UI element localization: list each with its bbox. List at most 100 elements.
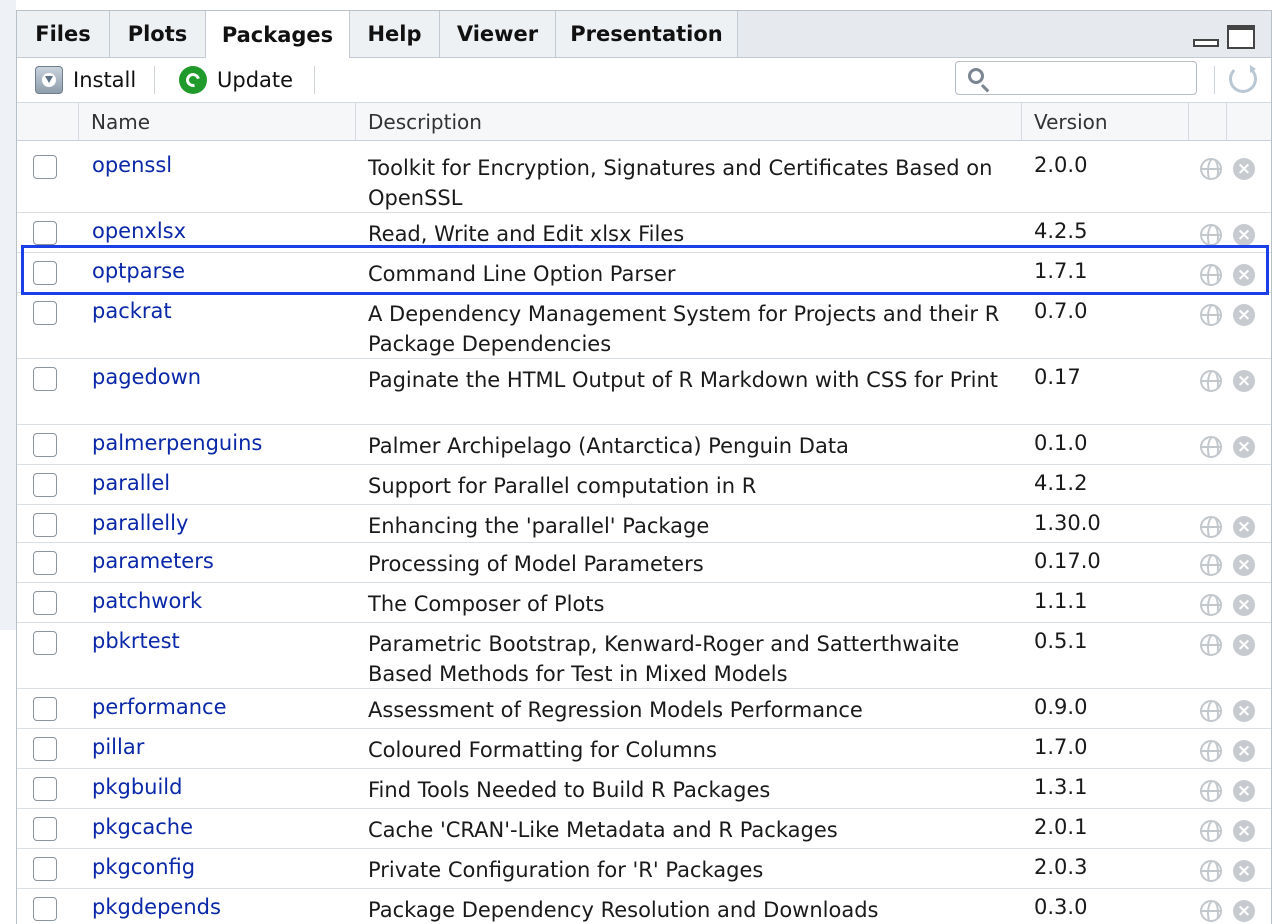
package-name-link[interactable]: pkgcache <box>92 815 193 839</box>
install-button[interactable]: Install <box>35 58 136 102</box>
package-checkbox[interactable] <box>33 513 57 537</box>
update-button[interactable]: Update <box>179 58 293 102</box>
package-name-link[interactable]: openxlsx <box>92 219 186 243</box>
package-description: Processing of Model Parameters <box>368 552 704 576</box>
browse-package-icon[interactable] <box>1200 158 1222 180</box>
remove-package-icon[interactable]: × <box>1233 554 1255 576</box>
package-checkbox[interactable] <box>33 473 57 497</box>
package-name-link[interactable]: parameters <box>92 549 214 573</box>
package-checkbox[interactable] <box>33 221 57 245</box>
table-row[interactable]: patchwork The Composer of Plots 1.1.1 × <box>17 583 1271 623</box>
tab-packages[interactable]: Packages <box>206 11 350 58</box>
remove-package-icon[interactable]: × <box>1233 158 1255 180</box>
package-checkbox[interactable] <box>33 551 57 575</box>
remove-package-icon[interactable]: × <box>1233 700 1255 722</box>
header-version[interactable]: Version <box>1022 103 1189 140</box>
package-name-link[interactable]: parallelly <box>92 511 188 535</box>
table-row[interactable]: packrat A Dependency Management System fo… <box>17 293 1271 359</box>
remove-package-icon[interactable]: × <box>1233 740 1255 762</box>
remove-package-icon[interactable]: × <box>1233 516 1255 538</box>
package-name-link[interactable]: parallel <box>92 471 170 495</box>
table-row[interactable]: palmerpenguins Palmer Archipelago (Antarc… <box>17 425 1271 465</box>
package-description: Enhancing the 'parallel' Package <box>368 514 710 538</box>
browse-package-icon[interactable] <box>1200 370 1222 392</box>
package-name-link[interactable]: pillar <box>92 735 144 759</box>
package-checkbox[interactable] <box>33 301 57 325</box>
browse-package-icon[interactable] <box>1200 820 1222 842</box>
package-name-link[interactable]: palmerpenguins <box>92 431 262 455</box>
remove-package-icon[interactable]: × <box>1233 370 1255 392</box>
toolbar-divider <box>154 66 155 94</box>
browse-package-icon[interactable] <box>1200 780 1222 802</box>
browse-package-icon[interactable] <box>1200 634 1222 656</box>
package-checkbox[interactable] <box>33 631 57 655</box>
browse-package-icon[interactable] <box>1200 224 1222 246</box>
browse-package-icon[interactable] <box>1200 900 1222 922</box>
package-checkbox[interactable] <box>33 857 57 881</box>
table-row[interactable]: pbkrtest Parametric Bootstrap, Kenward-Ro… <box>17 623 1271 689</box>
browse-package-icon[interactable] <box>1200 516 1222 538</box>
minimize-pane-icon[interactable] <box>1193 39 1219 47</box>
remove-package-icon[interactable]: × <box>1233 860 1255 882</box>
table-row[interactable]: parallelly Enhancing the 'parallel' Packa… <box>17 505 1271 543</box>
package-name-link[interactable]: packrat <box>92 299 172 323</box>
browse-package-icon[interactable] <box>1200 304 1222 326</box>
table-row[interactable]: parameters Processing of Model Parameters… <box>17 543 1271 583</box>
package-checkbox[interactable] <box>33 737 57 761</box>
package-description: Paginate the HTML Output of R Markdown w… <box>368 368 999 392</box>
browse-package-icon[interactable] <box>1200 860 1222 882</box>
maximize-pane-icon[interactable] <box>1227 25 1255 49</box>
search-input[interactable] <box>955 61 1197 95</box>
package-checkbox[interactable] <box>33 817 57 841</box>
refresh-icon[interactable] <box>1229 65 1257 93</box>
package-name-link[interactable]: pbkrtest <box>92 629 180 653</box>
remove-package-icon[interactable]: × <box>1233 820 1255 842</box>
package-name-link[interactable]: pkgbuild <box>92 775 182 799</box>
package-name-link[interactable]: openssl <box>92 153 172 177</box>
tab-files[interactable]: Files <box>17 11 110 57</box>
remove-package-icon[interactable]: × <box>1233 304 1255 326</box>
package-name-link[interactable]: pkgconfig <box>92 855 195 879</box>
package-version: 0.1.0 <box>1034 431 1088 455</box>
table-row[interactable]: pkgcache Cache 'CRAN'-Like Metadata and R… <box>17 809 1271 849</box>
tab-presentation[interactable]: Presentation <box>556 11 738 57</box>
table-row[interactable]: parallel Support for Parallel computation… <box>17 465 1271 505</box>
header-description[interactable]: Description <box>356 103 1022 140</box>
package-name-link[interactable]: pkgdepends <box>92 895 221 919</box>
browse-package-icon[interactable] <box>1200 436 1222 458</box>
package-version: 1.30.0 <box>1034 511 1101 535</box>
remove-package-icon[interactable]: × <box>1233 436 1255 458</box>
package-checkbox[interactable] <box>33 777 57 801</box>
package-checkbox[interactable] <box>33 367 57 391</box>
package-checkbox[interactable] <box>33 155 57 179</box>
table-row[interactable]: openssl Toolkit for Encryption, Signature… <box>17 147 1271 213</box>
remove-package-icon[interactable]: × <box>1233 900 1255 922</box>
tab-viewer[interactable]: Viewer <box>440 11 556 57</box>
package-checkbox[interactable] <box>33 433 57 457</box>
table-row[interactable]: performance Assessment of Regression Mode… <box>17 689 1271 729</box>
browse-package-icon[interactable] <box>1200 700 1222 722</box>
tab-help[interactable]: Help <box>350 11 440 57</box>
package-checkbox[interactable] <box>33 897 57 921</box>
header-name[interactable]: Name <box>79 103 356 140</box>
table-row[interactable]: pkgbuild Find Tools Needed to Build R Pac… <box>17 769 1271 809</box>
remove-package-icon[interactable]: × <box>1233 224 1255 246</box>
package-name-link[interactable]: patchwork <box>92 589 202 613</box>
tab-plots[interactable]: Plots <box>110 11 206 57</box>
remove-package-icon[interactable]: × <box>1233 634 1255 656</box>
package-name-link[interactable]: pagedown <box>92 365 201 389</box>
table-row[interactable]: pkgdepends Package Dependency Resolution … <box>17 889 1271 924</box>
table-row[interactable]: pillar Coloured Formatting for Columns 1.7… <box>17 729 1271 769</box>
remove-package-icon[interactable]: × <box>1233 594 1255 616</box>
update-icon <box>179 66 207 94</box>
package-checkbox[interactable] <box>33 697 57 721</box>
package-checkbox[interactable] <box>33 591 57 615</box>
table-row[interactable]: pkgconfig Private Configuration for 'R' P… <box>17 849 1271 889</box>
toolbar-divider <box>1214 66 1215 94</box>
table-row[interactable]: pagedown Paginate the HTML Output of R Ma… <box>17 359 1271 425</box>
browse-package-icon[interactable] <box>1200 740 1222 762</box>
package-name-link[interactable]: performance <box>92 695 227 719</box>
browse-package-icon[interactable] <box>1200 594 1222 616</box>
remove-package-icon[interactable]: × <box>1233 780 1255 802</box>
browse-package-icon[interactable] <box>1200 554 1222 576</box>
